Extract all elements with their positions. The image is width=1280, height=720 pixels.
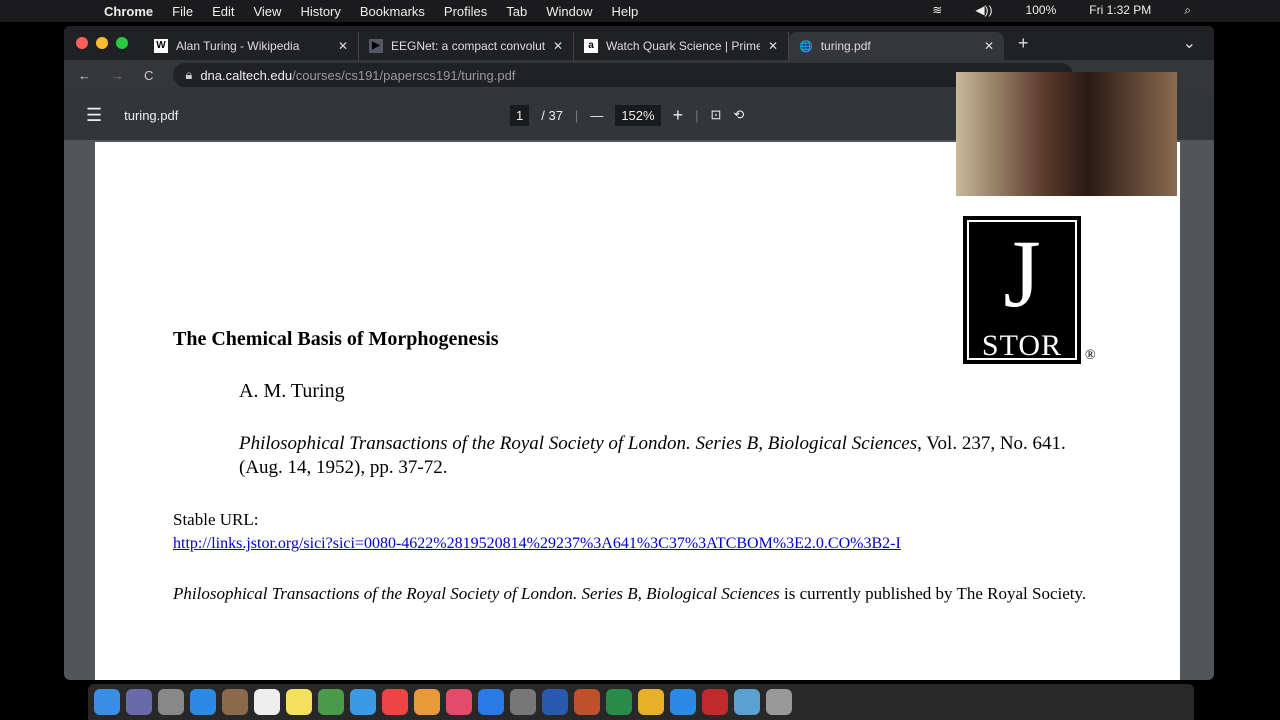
launchpad-icon[interactable] [158, 689, 184, 715]
system-preferences-icon[interactable] [510, 689, 536, 715]
wifi-icon[interactable]: ≋ [932, 3, 942, 18]
zoom-out-button[interactable]: — [590, 108, 603, 123]
tab-wikipedia[interactable]: W Alan Turing - Wikipedia ✕ [144, 32, 359, 60]
outlook-icon[interactable] [638, 689, 664, 715]
downloads-folder-icon[interactable] [734, 689, 760, 715]
calendar-icon[interactable] [254, 689, 280, 715]
excel-icon[interactable] [606, 689, 632, 715]
search-icon[interactable]: ⌕ [1184, 3, 1191, 18]
url-domain: dna.caltech.edu [200, 67, 293, 83]
tab-prime[interactable]: a Watch Quark Science | Prime V ✕ [574, 32, 789, 60]
pdf-filename: turing.pdf [124, 107, 179, 123]
forward-button[interactable]: → [111, 68, 124, 83]
zoom-input[interactable]: 152% [615, 104, 661, 126]
menu-tab[interactable]: Tab [506, 4, 527, 19]
volume-icon[interactable]: ◀)) [975, 3, 992, 18]
menu-view[interactable]: View [253, 4, 281, 19]
trash-icon[interactable] [766, 689, 792, 715]
page-number-input[interactable]: 1 [510, 104, 530, 126]
menu-file[interactable]: File [172, 4, 193, 19]
new-tab-button[interactable]: + [1018, 33, 1029, 54]
tab-label: Alan Turing - Wikipedia [176, 39, 300, 53]
menu-bookmarks[interactable]: Bookmarks [360, 4, 425, 19]
publisher-note: Philosophical Transactions of the Royal … [173, 584, 1113, 604]
address-bar[interactable]: 🔒︎ dna.caltech.edu/courses/cs191/papersc… [173, 63, 1074, 87]
menu-window[interactable]: Window [546, 4, 592, 19]
document-icon: ▶ [369, 39, 383, 53]
menu-help[interactable]: Help [612, 4, 639, 19]
menu-bar: Chrome File Edit View History Bookmarks … [0, 0, 1280, 22]
back-button[interactable]: ← [78, 68, 91, 83]
paper-title: The Chemical Basis of Morphogenesis [173, 328, 499, 350]
battery-percent[interactable]: 100% [1026, 3, 1057, 18]
stable-url-link[interactable]: http://links.jstor.org/sici?sici=0080-46… [173, 535, 901, 553]
zoom-app-icon[interactable] [670, 689, 696, 715]
clock[interactable]: Fri 1:32 PM [1089, 3, 1151, 18]
music-icon[interactable] [446, 689, 472, 715]
word-icon[interactable] [542, 689, 568, 715]
close-tab-icon[interactable]: ✕ [338, 39, 348, 53]
tab-label: Watch Quark Science | Prime V [606, 39, 760, 53]
menu-history[interactable]: History [300, 4, 340, 19]
globe-icon: 🌐 [799, 40, 813, 53]
notes-app-icon[interactable] [222, 689, 248, 715]
tab-label: EEGNet: a compact convolutio [391, 39, 545, 53]
zoom-window-button[interactable] [116, 37, 128, 49]
fit-page-icon[interactable]: ⊡ [710, 107, 721, 123]
dock [88, 684, 1194, 720]
rotate-icon[interactable]: ⟲ [733, 107, 744, 123]
reload-button[interactable]: C [144, 68, 153, 83]
registered-mark: ® [1085, 348, 1096, 363]
jstor-logo: J STOR [963, 216, 1081, 364]
wikipedia-icon: W [154, 39, 168, 53]
url-path: /courses/cs191/paperscs191/turing.pdf [292, 67, 516, 83]
powerpoint-icon[interactable] [574, 689, 600, 715]
stickies-icon[interactable] [286, 689, 312, 715]
close-tab-icon[interactable]: ✕ [984, 39, 994, 53]
close-tab-icon[interactable]: ✕ [768, 39, 778, 53]
tab-eegnet[interactable]: ▶ EEGNet: a compact convolutio ✕ [359, 32, 574, 60]
stable-url-label: Stable URL: [173, 510, 259, 529]
tab-label: turing.pdf [820, 39, 871, 53]
finder-icon[interactable] [94, 689, 120, 715]
maps-icon[interactable] [318, 689, 344, 715]
amazon-icon: a [584, 39, 598, 53]
citation: Philosophical Transactions of the Royal … [239, 432, 1099, 480]
journal-name: Philosophical Transactions of the Royal … [239, 433, 918, 454]
status-area: ≋ ◀)) 100% Fri 1:32 PM ⌕ [932, 3, 1210, 18]
minimize-window-button[interactable] [96, 37, 108, 49]
pdf-page: J STOR ® The Chemical Basis of Morphogene… [95, 142, 1180, 680]
siri-icon[interactable] [126, 689, 152, 715]
app-store-icon[interactable] [478, 689, 504, 715]
chrome-icon[interactable] [382, 689, 408, 715]
menu-edit[interactable]: Edit [212, 4, 234, 19]
journal-name: Philosophical Transactions of the Royal … [173, 584, 780, 603]
page-total: / 37 [541, 107, 563, 123]
tab-search-chevron-icon[interactable]: ⌄ [1183, 33, 1196, 53]
paper-author: A. M. Turing [239, 380, 345, 402]
lock-icon: 🔒︎ [185, 67, 193, 82]
window-controls [76, 37, 128, 49]
menu-app[interactable]: Chrome [104, 4, 153, 19]
webcam-overlay [956, 72, 1177, 196]
publisher-text: is currently published by The Royal Soci… [779, 584, 1087, 603]
close-window-button[interactable] [76, 37, 88, 49]
photos-icon[interactable] [414, 689, 440, 715]
tab-bar: W Alan Turing - Wikipedia ✕ ▶ EEGNet: a com… [64, 26, 1214, 60]
tab-turing-pdf[interactable]: 🌐 turing.pdf ✕ [789, 32, 1004, 60]
menu-profiles[interactable]: Profiles [444, 4, 487, 19]
acrobat-icon[interactable] [702, 689, 728, 715]
messages-icon[interactable] [350, 689, 376, 715]
menu-icon[interactable]: ☰ [86, 105, 102, 126]
zoom-in-button[interactable]: + [673, 105, 684, 126]
close-tab-icon[interactable]: ✕ [553, 39, 563, 53]
safari-icon[interactable] [190, 689, 216, 715]
